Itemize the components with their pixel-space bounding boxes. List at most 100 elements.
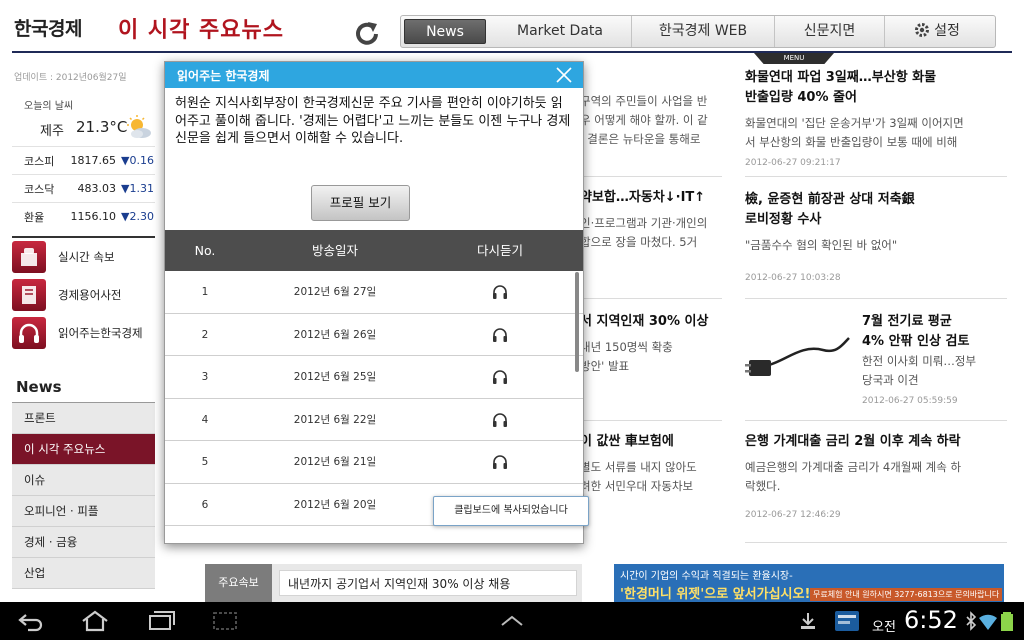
- index-row-kosdaq[interactable]: 코스닥 483.03 ▼1.31: [12, 174, 155, 202]
- clipboard-toast: 클립보드에 복사되었습니다: [433, 496, 589, 526]
- weather-city: 제주: [40, 124, 64, 139]
- table-row[interactable]: 4 2012년 6월 22일: [165, 399, 583, 441]
- tab-news[interactable]: News: [404, 19, 486, 44]
- headphones-icon[interactable]: [492, 412, 508, 428]
- article-card[interactable]: 서 지역인재 30% 이상 내년 150명씩 확충 방안' 발표: [580, 312, 730, 376]
- download-icon: [801, 613, 815, 629]
- index-change: ▼0.16: [121, 154, 154, 167]
- episode-date: 2012년 6월 20일: [293, 498, 377, 511]
- bluetooth-icon: [966, 611, 977, 631]
- tool-label: 실시간 속보: [58, 250, 115, 264]
- back-icon[interactable]: [16, 610, 46, 632]
- episode-date: 2012년 6월 26일: [293, 328, 377, 341]
- article-meta: 한전 이사회 미뤄…정부 당국과 이견 2012-06-27 05:59:59: [862, 352, 1007, 406]
- nav-top-news[interactable]: 이 시각 주요뉴스: [12, 434, 155, 465]
- app-header: 한국경제 이 시각 주요뉴스 News Market Data 한국경제 WEB…: [0, 0, 1024, 53]
- article-summary: 별도 서류를 내지 않아도 려한 서민우대 자동차보: [580, 460, 697, 493]
- wifi-icon: [979, 614, 997, 630]
- episode-date: 2012년 6월 21일: [293, 456, 377, 468]
- gear-icon: [915, 23, 930, 37]
- article-card[interactable]: 이 값싼 車보험에 별도 서류를 내지 않아도 려한 서민우대 자동차보: [580, 432, 730, 496]
- ad-subtext: 무료체험 안내 원하시면 3277-6813으로 문의바랍니다: [810, 588, 1003, 601]
- ad-slogan: '한경머니 위젯'으로 앞서가십시오!: [620, 587, 811, 602]
- divider: [745, 176, 1007, 177]
- nav-issue[interactable]: 이슈: [12, 465, 155, 496]
- tool-label: 읽어주는한국경제: [58, 326, 143, 340]
- article-card[interactable]: 은행 가계대출 금리 2월 이후 계속 하락 예금은행의 가계대출 금리가 4개…: [745, 432, 1005, 520]
- nav-opinion[interactable]: 오피니언 · 피플: [12, 496, 155, 527]
- episode-date: 2012년 6월 25일: [293, 371, 377, 383]
- breaking-label: 주요속보: [205, 564, 272, 602]
- index-change: ▼1.31: [121, 182, 154, 195]
- app-notification-icon: [835, 611, 859, 631]
- weather-temp: 21.3°C: [76, 118, 128, 136]
- article-card[interactable]: 檢, 윤증현 前장관 상대 저축銀 로비정황 수사 "금품수수 혐의 확인된 바…: [745, 190, 1005, 283]
- close-icon[interactable]: [555, 66, 573, 84]
- headphones-icon[interactable]: [492, 284, 508, 300]
- tab-web[interactable]: 한국경제 WEB: [632, 16, 775, 47]
- nav-front[interactable]: 프론트: [12, 403, 155, 434]
- dialog-scrollbar[interactable]: [575, 272, 579, 372]
- breaking-news-bar[interactable]: 주요속보 내년까지 공기업서 지역인재 30% 이상 채용: [205, 564, 582, 602]
- tab-market-data[interactable]: Market Data: [489, 16, 632, 47]
- table-row[interactable]: 3 2012년 6월 25일: [165, 356, 583, 399]
- update-timestamp: 업데이트 : 2012년06월27일: [14, 73, 127, 83]
- table-header: No. 방송일자 다시듣기: [165, 230, 583, 271]
- news-section-heading: News: [12, 372, 155, 403]
- table-row[interactable]: 5 2012년 6월 21일: [165, 441, 583, 484]
- tool-dictionary[interactable]: 경제용어사전: [12, 276, 155, 314]
- tab-newspaper[interactable]: 신문지면: [775, 16, 885, 47]
- article-title: 은행 가계대출 금리 2월 이후 계속 하락: [745, 434, 961, 449]
- partly-cloudy-icon: [127, 115, 151, 138]
- article-title: 화물연대 파업 3일째…부산항 화물 반출입량 40% 줄어: [745, 70, 937, 105]
- index-name: 코스피: [24, 154, 55, 168]
- index-row-exchange[interactable]: 환율 1156.10 ▼2.30: [12, 202, 155, 230]
- article-card[interactable]: 7월 전기료 평균 4% 안팎 인상 검토: [862, 312, 1007, 352]
- headphones-icon[interactable]: [492, 327, 508, 343]
- recent-apps-icon[interactable]: [146, 610, 176, 632]
- episode-no: 3: [201, 371, 209, 383]
- episode-table: No. 방송일자 다시듣기 1 2012년 6월 27일 2 2012년 6월 …: [165, 230, 583, 526]
- headphones-icon: [12, 317, 46, 349]
- menu-handle[interactable]: MENU: [754, 53, 834, 64]
- profile-button[interactable]: 프로필 보기: [311, 185, 410, 221]
- index-name: 환율: [24, 210, 45, 224]
- market-indices: 코스피 1817.65 ▼0.16 코스닥 483.03 ▼1.31 환율 11…: [12, 146, 155, 230]
- news-alert-icon: [12, 241, 46, 273]
- table-row[interactable]: 1 2012년 6월 27일: [165, 271, 583, 314]
- article-date: 2012-06-27 12:46:29: [745, 510, 841, 520]
- chevron-up-icon[interactable]: [497, 610, 527, 632]
- dialog-description: 허원순 지식사회부장이 한국경제신문 주요 기사를 편안히 이야기하듯 읽어주고…: [175, 96, 571, 146]
- table-row[interactable]: 2 2012년 6월 26일: [165, 314, 583, 356]
- article-title: 서 지역인재 30% 이상: [580, 314, 709, 329]
- screenshot-icon[interactable]: [210, 610, 240, 632]
- ad-headline: 시간이 기업의 수익과 직결되는 환율시장-: [620, 571, 793, 582]
- tool-audio-reader[interactable]: 읽어주는한국경제: [12, 314, 155, 352]
- article-date: 2012-06-27 09:21:17: [745, 158, 841, 168]
- headphones-icon[interactable]: [492, 454, 508, 470]
- article-summary: 구역의 주민들이 사업을 반 우 어떻게 해야 할까. 이 같 , 결론은 뉴타…: [580, 94, 708, 146]
- index-row-kospi[interactable]: 코스피 1817.65 ▼0.16: [12, 146, 155, 174]
- tool-realtime-news[interactable]: 실시간 속보: [12, 238, 155, 276]
- tab-settings[interactable]: 설정: [885, 16, 989, 47]
- ad-banner[interactable]: 시간이 기업의 수익과 직결되는 환율시장- '한경머니 위젯'으로 앞서가십시…: [614, 564, 1004, 602]
- tool-list: 실시간 속보 경제용어사전 읽어주는한국경제: [12, 236, 155, 352]
- column-replay: 다시듣기: [476, 243, 523, 258]
- home-icon[interactable]: [80, 610, 110, 632]
- article-summary: 예금은행의 가계대출 금리가 4개월째 계속 하 락했다.: [745, 460, 962, 493]
- refresh-icon[interactable]: [352, 18, 382, 48]
- dialog-header: 읽어주는 한국경제: [165, 62, 583, 88]
- article-date: 2012-06-27 10:03:28: [745, 273, 841, 283]
- article-card[interactable]: 구역의 주민들이 사업을 반 우 어떻게 해야 할까. 이 같 , 결론은 뉴타…: [580, 92, 730, 149]
- weather-widget: 제주 21.3°C: [12, 112, 155, 146]
- article-card[interactable]: 약보합…자동차↓·IT↑ 인·프로그램과 기관·개인의 합으로 장을 마쳤다. …: [580, 188, 730, 252]
- article-title: 檢, 윤증현 前장관 상대 저축銀 로비정황 수사: [745, 192, 915, 227]
- index-value: 1817.65: [70, 154, 117, 167]
- article-thumbnail[interactable]: [745, 314, 853, 392]
- article-card[interactable]: 화물연대 파업 3일째…부산항 화물 반출입량 40% 줄어 화물연대의 '집단…: [745, 68, 1005, 168]
- clock: 6:52: [904, 606, 958, 634]
- nav-industry[interactable]: 산업: [12, 558, 155, 589]
- battery-icon: [1001, 612, 1013, 631]
- headphones-icon[interactable]: [492, 369, 508, 385]
- nav-finance[interactable]: 경제 · 금융: [12, 527, 155, 558]
